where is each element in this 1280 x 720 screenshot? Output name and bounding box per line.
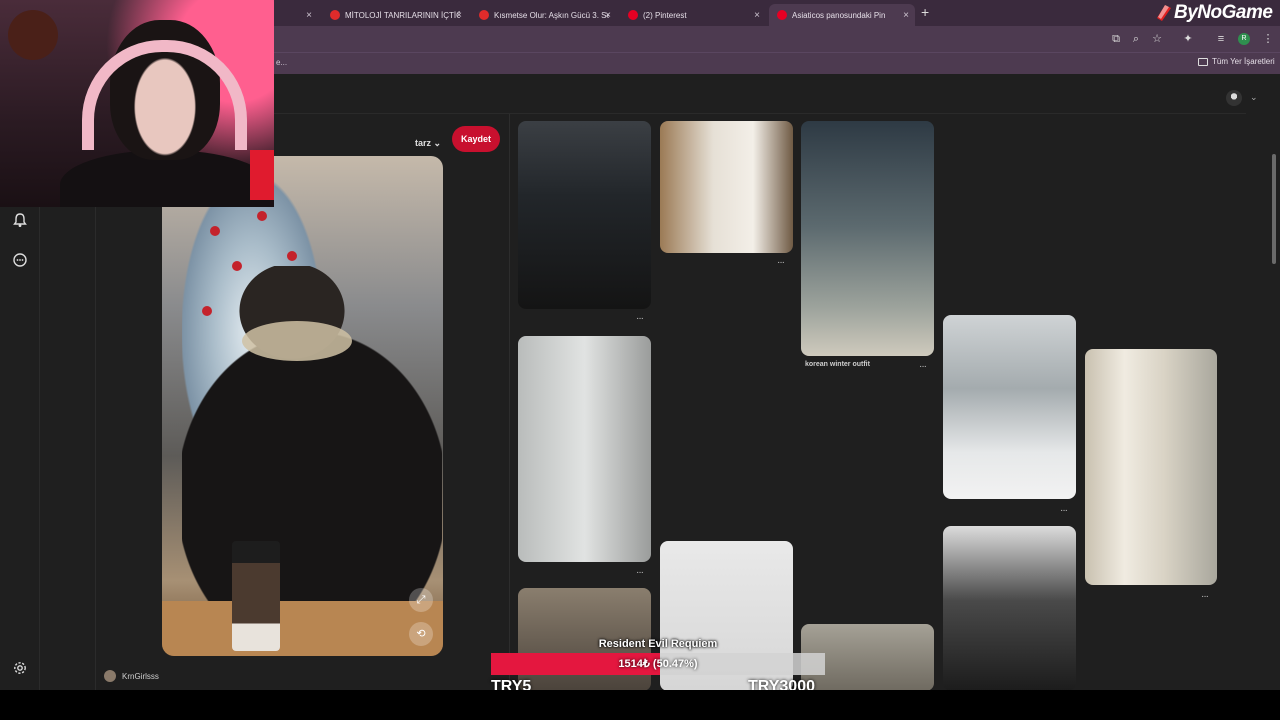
pinterest-icon — [628, 10, 638, 20]
expand-icon[interactable]: ⤢ — [409, 588, 433, 612]
more-options-icon[interactable]: ··· — [1201, 591, 1209, 602]
more-options-icon[interactable]: ··· — [777, 257, 785, 268]
balloon-decoration — [8, 10, 58, 60]
close-tab-icon[interactable]: × — [456, 10, 462, 21]
close-tab-icon[interactable]: × — [605, 10, 611, 21]
pin-card[interactable] — [660, 121, 793, 253]
ornament — [210, 226, 220, 236]
youtube-icon — [479, 10, 489, 20]
pinterest-icon — [777, 10, 787, 20]
more-options-icon[interactable]: ··· — [1060, 505, 1068, 516]
tab-pinterest-pin[interactable]: Asiaticos panosundaki Pin × — [769, 4, 915, 26]
more-options-icon[interactable]: ··· — [919, 361, 927, 372]
donation-goal-title: Resident Evil Requiem — [598, 638, 718, 650]
tab-youtube-1[interactable]: × — [276, 4, 318, 26]
youtube-icon — [330, 10, 340, 20]
pin-title[interactable]: korean winter outfit — [805, 361, 870, 368]
webcam-overlay — [0, 0, 274, 207]
coffee-cup — [232, 541, 280, 651]
all-bookmarks-button[interactable]: Tüm Yer İşaretleri — [1198, 57, 1275, 66]
pin-image[interactable]: ⤢ ⟲ — [162, 156, 443, 656]
menu-kebab-icon[interactable]: ⋮ — [1262, 33, 1274, 45]
install-app-icon[interactable]: ⧉ — [1110, 33, 1122, 45]
media-controls-icon[interactable]: ≡ — [1215, 33, 1227, 45]
chevron-down-icon: ⌄ — [433, 138, 442, 148]
tab-label: (2) Pinterest — [643, 10, 687, 20]
bynogame-icon — [1157, 5, 1171, 21]
page-scrollbar[interactable] — [1270, 74, 1278, 690]
new-tab-button[interactable]: + — [921, 4, 929, 20]
profile-avatar[interactable]: R — [1238, 33, 1250, 45]
pin-author[interactable]: KrnGirlsss — [104, 670, 159, 682]
board-name: tarz — [415, 138, 432, 148]
tab-label: MİTOLOJİ TANRILARININ İÇTİĞİ — [345, 10, 460, 20]
donation-progress-bar: 1514₺ (50.47%) — [491, 653, 825, 675]
close-tab-icon[interactable]: × — [754, 10, 760, 21]
pin-card[interactable] — [1085, 349, 1217, 585]
folder-icon — [1198, 57, 1208, 66]
pin-card[interactable] — [943, 315, 1076, 499]
ornament — [257, 211, 267, 221]
bynogame-logo: ByNoGame — [1156, 2, 1273, 24]
letterbox-bar — [0, 690, 1280, 720]
bell-icon[interactable] — [12, 212, 28, 228]
more-options-icon[interactable]: ··· — [636, 313, 644, 324]
pin-card[interactable] — [801, 121, 934, 356]
brand-label: ByNoGame — [1174, 2, 1273, 23]
settings-gear-icon[interactable] — [12, 660, 28, 676]
tab-youtube-mitoloji[interactable]: MİTOLOJİ TANRILARININ İÇTİĞİ × — [322, 4, 468, 26]
close-tab-icon[interactable]: × — [306, 10, 312, 21]
red-chair — [250, 150, 274, 200]
donation-progress-text: 1514₺ (50.47%) — [618, 658, 698, 670]
pin-card[interactable] — [518, 121, 651, 309]
pin-card[interactable] — [943, 526, 1076, 691]
all-bookmarks-label: Tüm Yer İşaretleri — [1212, 57, 1275, 66]
more-options-icon[interactable]: ··· — [636, 567, 644, 578]
author-avatar — [104, 670, 116, 682]
scroll-thumb[interactable] — [1272, 154, 1276, 264]
chevron-down-icon[interactable]: ⌄ — [1250, 92, 1258, 103]
save-button[interactable]: Kaydet — [452, 126, 500, 152]
zoom-icon[interactable]: ⌕ — [1130, 33, 1142, 45]
shearling-collar — [242, 321, 352, 361]
extensions-icon[interactable]: ✦ — [1182, 33, 1194, 45]
board-dropdown[interactable]: tarz ⌄ — [415, 138, 441, 149]
author-name: KrnGirlsss — [122, 671, 159, 681]
wooden-table — [162, 601, 443, 656]
ornament — [287, 251, 297, 261]
bookmark-item[interactable]: e... — [276, 58, 287, 67]
visual-search-icon[interactable]: ⟲ — [409, 622, 433, 646]
tab-label: Asiaticos panosundaki Pin — [792, 10, 886, 20]
tab-pinterest-home[interactable]: (2) Pinterest × — [620, 4, 766, 26]
headphones — [82, 40, 247, 150]
bookmark-star-icon[interactable]: ☆ — [1151, 33, 1163, 45]
tab-label: Kısmetse Olur: Aşkın Gücü 3. Se — [494, 10, 609, 20]
pin-card[interactable] — [518, 336, 651, 562]
close-tab-icon[interactable]: × — [903, 10, 909, 21]
user-avatar[interactable] — [1226, 90, 1242, 106]
messages-icon[interactable] — [12, 252, 28, 268]
tab-youtube-kismetse[interactable]: Kısmetse Olur: Aşkın Gücü 3. Se × — [471, 4, 617, 26]
column-divider — [509, 114, 510, 690]
